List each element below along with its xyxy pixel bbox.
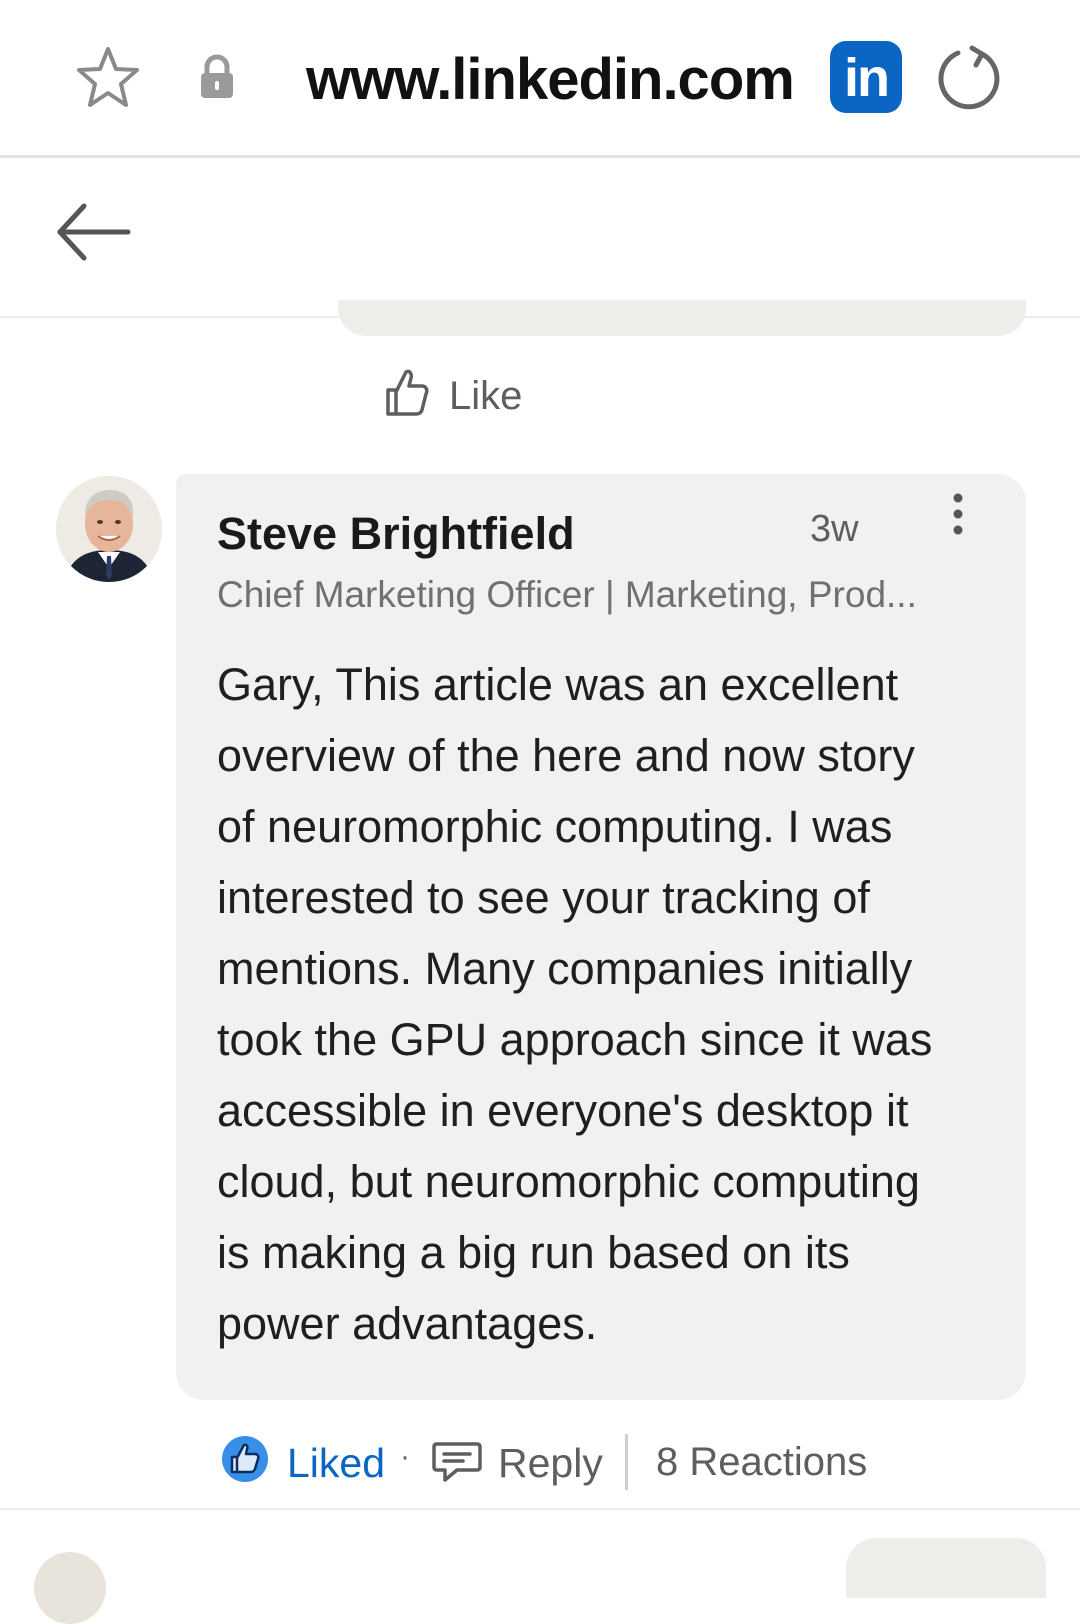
comment-icon[interactable]	[431, 1438, 483, 1484]
more-vertical-icon[interactable]	[946, 490, 970, 538]
app-header	[0, 158, 1080, 318]
avatar[interactable]	[56, 476, 162, 582]
browser-address-bar: www.linkedin.com in	[0, 0, 1080, 158]
author-headline: Chief Marketing Officer | Marketing, Pro…	[217, 574, 917, 615]
liked-button[interactable]: Liked	[287, 1440, 385, 1487]
thumbs-up-icon	[386, 369, 429, 416]
liked-thumbs-up-icon[interactable]	[220, 1434, 270, 1484]
comment-actions: Liked · Reply 8 Reactions	[0, 1428, 1080, 1498]
like-label: Like	[449, 374, 523, 418]
url-text[interactable]: www.linkedin.com	[306, 46, 795, 113]
previous-comment-bubble	[338, 300, 1026, 336]
star-icon[interactable]	[74, 44, 142, 112]
actions-divider	[625, 1434, 628, 1490]
comment-author-name[interactable]: Steve Brightfield	[217, 508, 575, 560]
linkedin-logo-icon[interactable]: in	[830, 41, 902, 113]
lock-icon	[201, 54, 233, 98]
comment-bubble: Steve Brightfield 3w Chief Marketing Off…	[176, 474, 1026, 1400]
action-separator-dot: ·	[400, 1440, 410, 1473]
reload-icon[interactable]	[936, 42, 1006, 112]
next-comment-avatar[interactable]	[34, 1552, 106, 1624]
comment-timestamp: 3w	[810, 508, 859, 550]
reactions-count-link[interactable]: 8 Reactions	[656, 1440, 867, 1485]
avatar-image	[56, 476, 162, 582]
back-arrow-icon[interactable]	[54, 200, 134, 264]
reply-button[interactable]: Reply	[498, 1440, 603, 1487]
comment-text: Gary, This article was an excellent over…	[217, 659, 933, 1349]
next-comment-bubble	[846, 1538, 1046, 1598]
divider	[0, 1508, 1080, 1510]
